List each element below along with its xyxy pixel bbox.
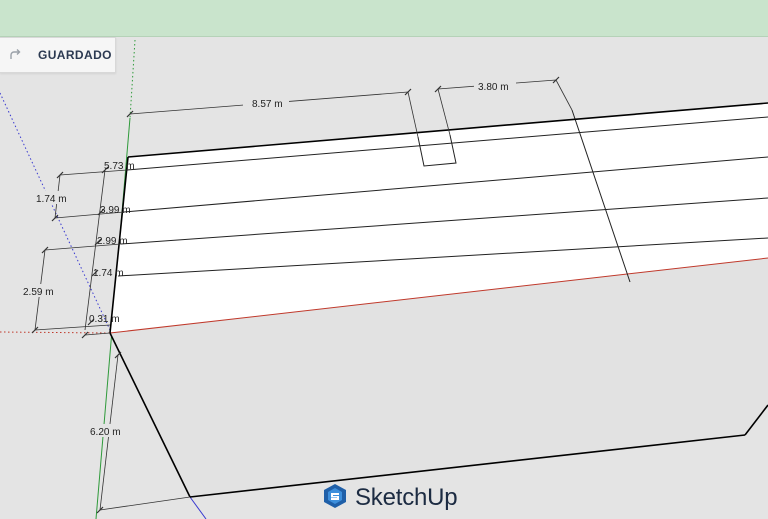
blue-axis xyxy=(189,496,207,519)
save-status-badge: GUARDADO xyxy=(0,37,116,73)
dimension-level-5: 0.31 m xyxy=(89,314,120,325)
dimension-level-4: 1.74 m xyxy=(93,268,124,279)
top-toolbar xyxy=(0,0,768,37)
red-axis-dotted xyxy=(0,331,111,334)
dimension-segment-upper: 1.74 m xyxy=(36,194,67,205)
dimension-level-1: 5.73 m xyxy=(104,161,135,172)
dimension-segment-lower: 2.59 m xyxy=(23,287,54,298)
redo-arrow-icon[interactable] xyxy=(0,48,30,62)
model-viewport[interactable]: 8.57 m 3.80 m 5.73 m 1.74 m 3.99 m 2.99 … xyxy=(0,37,768,519)
3d-model-scene: 8.57 m 3.80 m 5.73 m 1.74 m 3.99 m 2.99 … xyxy=(0,39,768,519)
green-axis-dotted xyxy=(129,39,136,119)
dimension-notch-width: 3.80 m xyxy=(478,82,509,93)
sketchup-logo-icon xyxy=(322,483,348,514)
sketchup-wordmark: SketchUp xyxy=(355,484,458,511)
save-status-label: GUARDADO xyxy=(38,48,112,62)
dimension-wall-height: 6.20 m xyxy=(90,427,121,438)
sketchup-watermark: SketchUp xyxy=(322,483,458,514)
dimension-level-2: 3.99 m xyxy=(100,205,131,216)
dimension-level-3: 2.99 m xyxy=(97,236,128,247)
dimension-width-top: 8.57 m xyxy=(252,99,283,110)
